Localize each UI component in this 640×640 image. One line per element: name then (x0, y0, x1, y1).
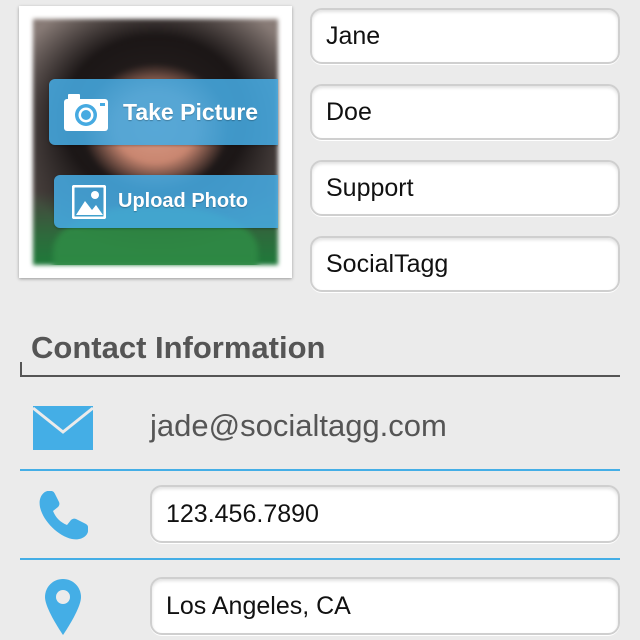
divider (20, 558, 620, 560)
upload-photo-label: Upload Photo (118, 190, 248, 212)
profile-photo-card: Take Picture Upload Photo (19, 6, 292, 278)
map-pin-icon (44, 578, 82, 636)
email-address[interactable]: jade@socialtagg.com (150, 408, 447, 444)
upload-photo-button[interactable]: Upload Photo (54, 175, 278, 228)
last-name-field[interactable]: Doe (310, 84, 620, 140)
take-picture-button[interactable]: Take Picture (49, 79, 278, 145)
department-field[interactable]: Support (310, 160, 620, 216)
take-picture-label: Take Picture (123, 98, 259, 125)
phone-field[interactable]: 123.456.7890 (150, 485, 620, 543)
location-field[interactable]: Los Angeles, CA (150, 577, 620, 635)
company-field[interactable]: SocialTagg (310, 236, 620, 292)
first-name-field[interactable]: Jane (310, 8, 620, 64)
divider (20, 469, 620, 471)
phone-icon (34, 488, 92, 544)
profile-photo-overlay: Take Picture Upload Photo (33, 19, 278, 265)
section-title: Contact Information (31, 330, 326, 365)
image-icon (72, 184, 106, 219)
camera-icon (63, 92, 109, 132)
section-rule (20, 375, 620, 377)
envelope-icon (32, 405, 94, 451)
